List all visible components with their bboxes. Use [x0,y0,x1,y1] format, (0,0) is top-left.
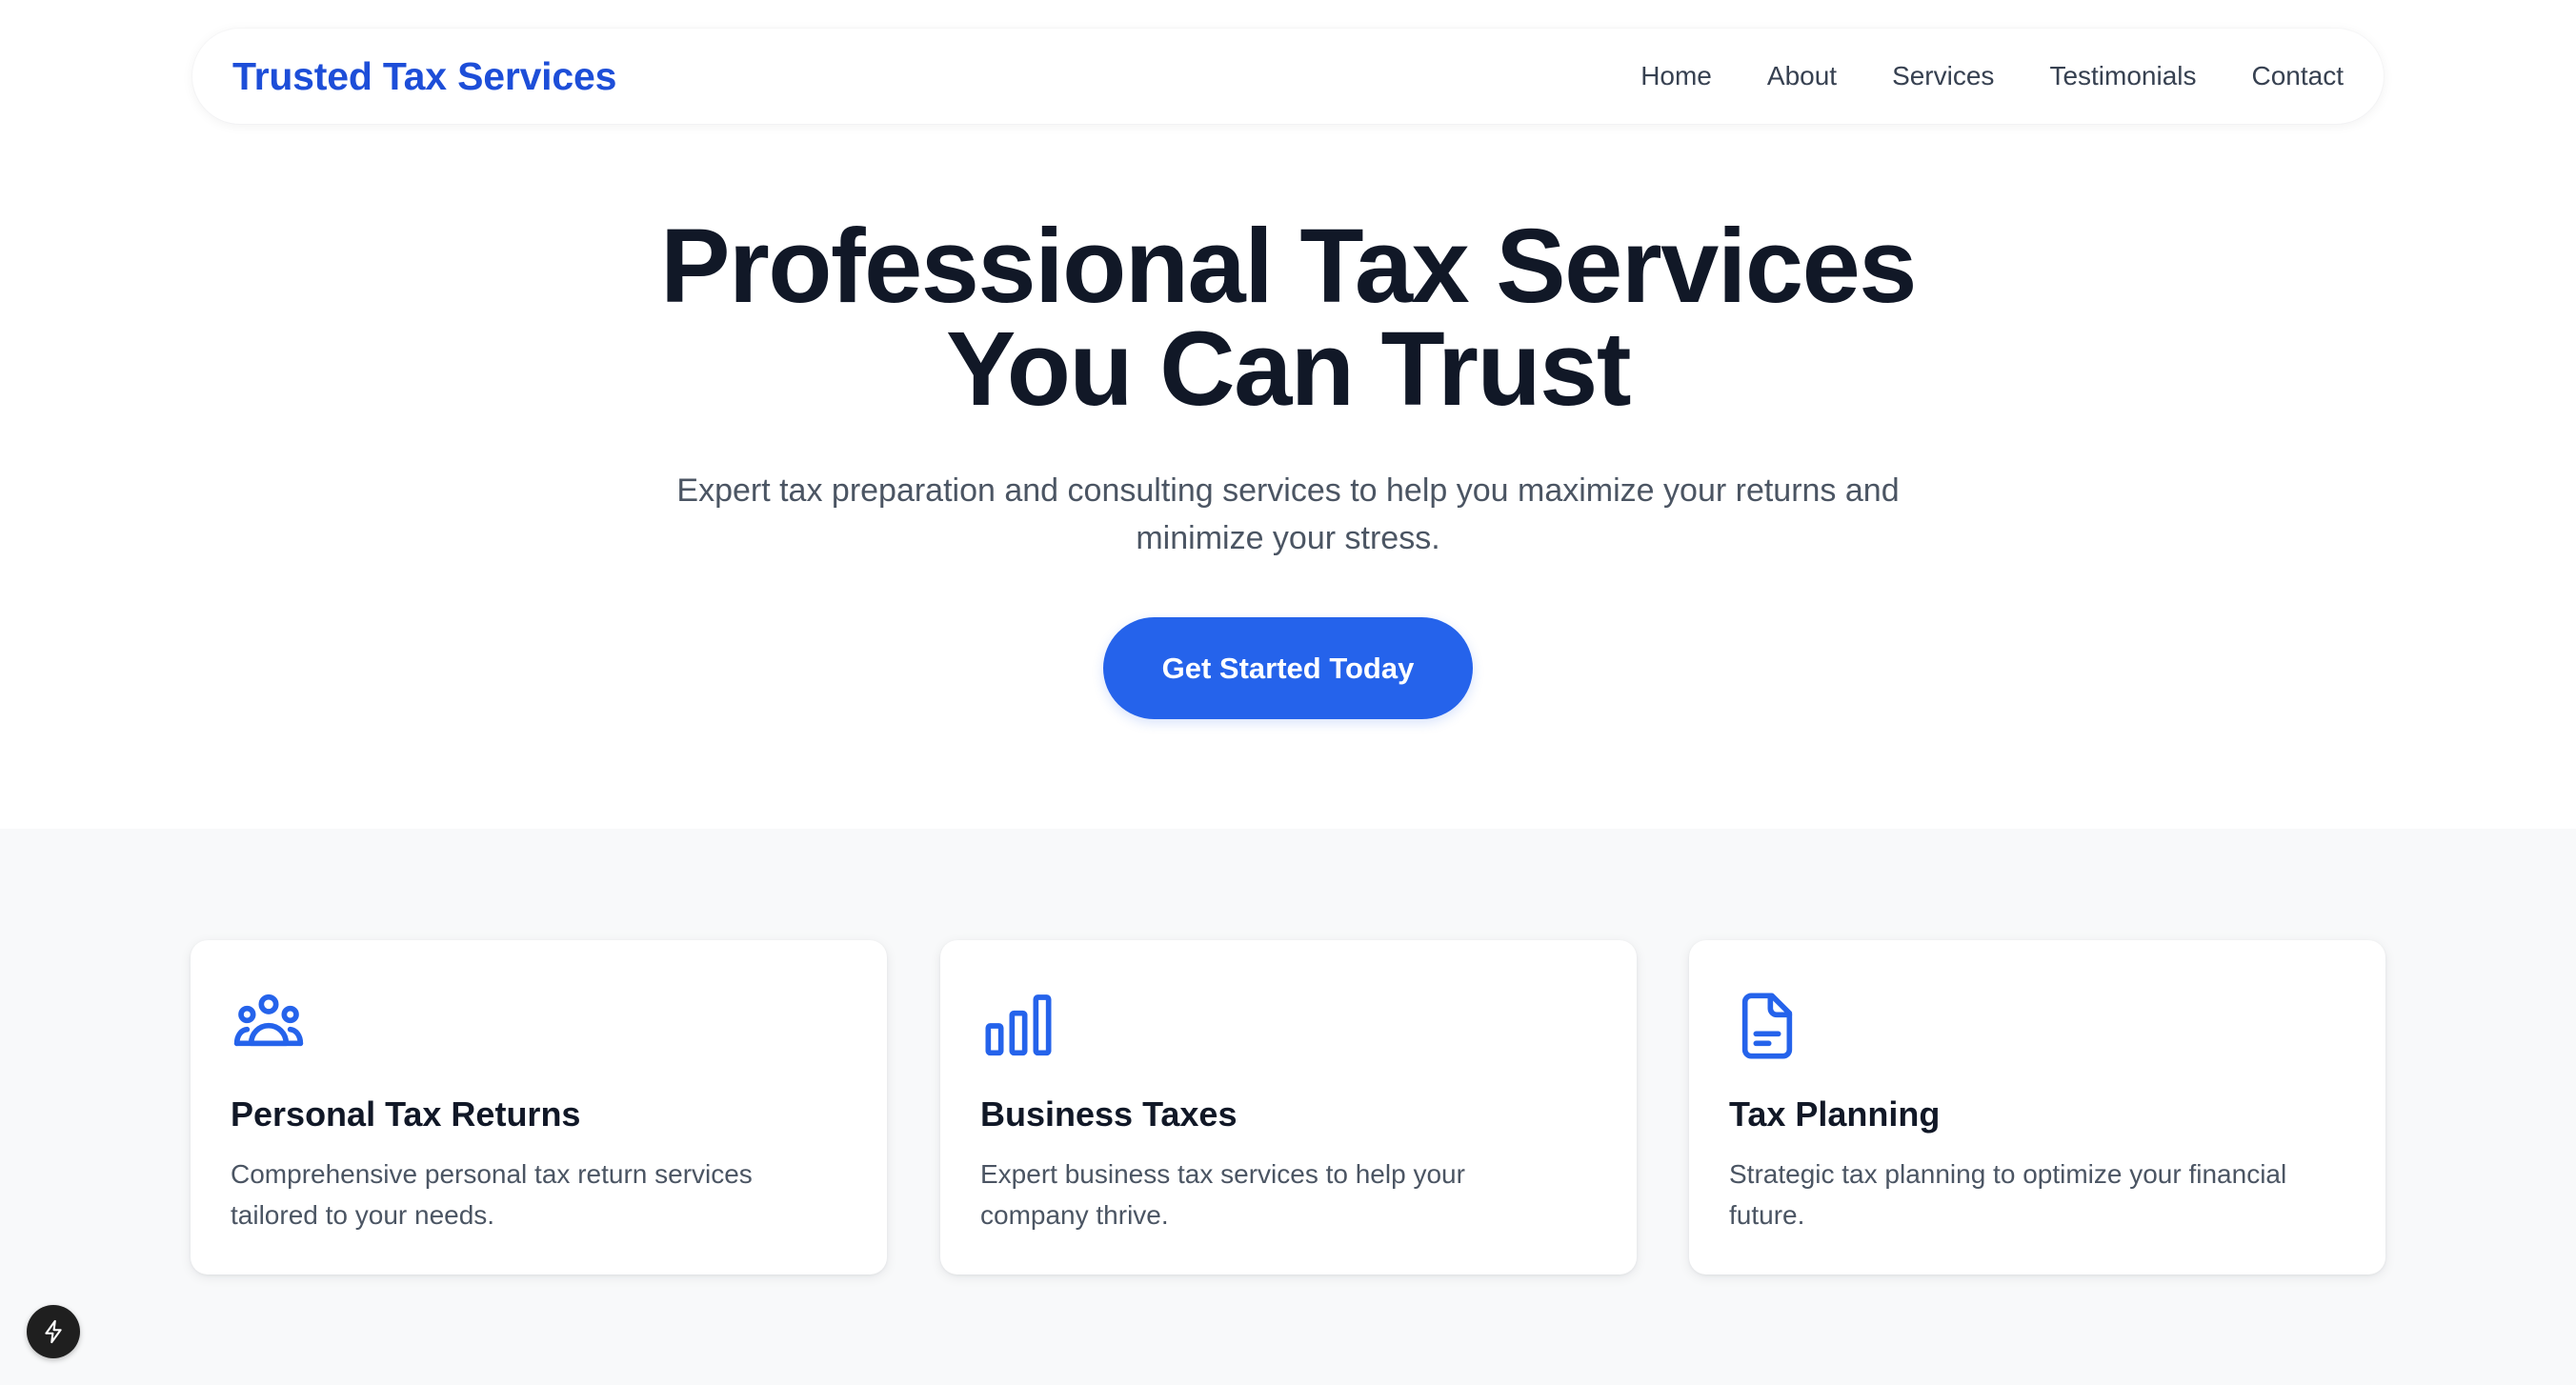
get-started-button[interactable]: Get Started Today [1103,617,1473,719]
hero-title-line-2: You Can Trust [946,311,1631,428]
hero-section: Professional Tax Services You Can Trust … [0,0,2576,829]
service-card-description: Strategic tax planning to optimize your … [1729,1159,2287,1230]
service-card-personal[interactable]: Personal Tax Returns Comprehensive perso… [191,940,887,1275]
service-card-planning[interactable]: Tax Planning Strategic tax planning to o… [1689,940,2385,1275]
dev-tools-button[interactable] [27,1305,80,1358]
service-card-title: Tax Planning [1729,1094,1941,1134]
hero-subtitle: Expert tax preparation and consulting se… [676,472,1900,556]
services-section: Personal Tax Returns Comprehensive perso… [0,829,2576,1385]
service-card-description: Comprehensive personal tax return servic… [231,1159,753,1230]
document-icon [1741,993,1793,1059]
service-card-title: Personal Tax Returns [231,1094,581,1134]
service-card-description: Expert business tax services to help you… [980,1159,1465,1230]
service-card-business[interactable]: Business Taxes Expert business tax servi… [940,940,1637,1275]
service-card-title: Business Taxes [980,1094,1238,1134]
hero-title: Professional Tax Services You Can Trust [0,214,2576,422]
lightning-bolt-icon [45,1319,62,1344]
hero-title-line-1: Professional Tax Services [660,208,1917,325]
bar-chart-icon [985,994,1052,1056]
users-icon [233,994,304,1047]
